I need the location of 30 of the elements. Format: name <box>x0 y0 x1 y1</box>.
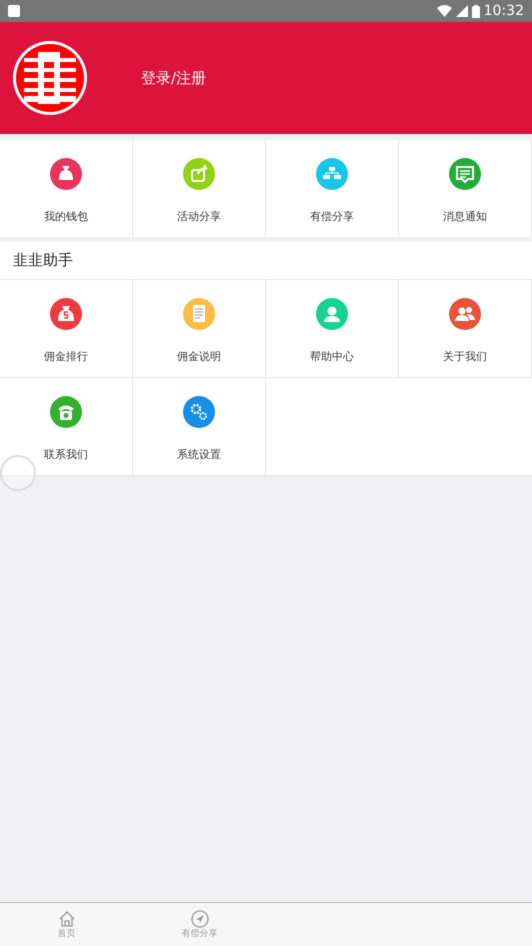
menu-label: 佣金排行 <box>44 349 88 365</box>
battery-icon <box>472 4 480 18</box>
floating-button[interactable] <box>0 455 36 491</box>
menu-label: 关于我们 <box>443 349 487 365</box>
menu-label: 有偿分享 <box>310 209 354 225</box>
menu-item[interactable]: 系统设置 <box>133 378 266 475</box>
menu-label: 帮助中心 <box>310 349 354 365</box>
menu-item[interactable]: 帮助中心 <box>266 280 399 377</box>
menu-item[interactable]: 消息通知 <box>399 140 532 237</box>
menu-label: 消息通知 <box>443 209 487 225</box>
login-link[interactable]: 登录/注册 <box>141 66 206 90</box>
menu-item[interactable]: 活动分享 <box>133 140 266 237</box>
menu-label: 我的钱包 <box>44 209 88 225</box>
menu-label: 联系我们 <box>44 447 88 463</box>
navigation-icon <box>190 910 208 928</box>
menu-label: 系统设置 <box>177 447 221 463</box>
clock: 10:32 <box>484 2 524 20</box>
home-icon <box>58 910 76 928</box>
menu-item[interactable]: 佣金排行 <box>0 280 133 377</box>
signal-icon <box>456 5 468 17</box>
menu-item[interactable]: 佣金说明 <box>133 280 266 377</box>
menu-item[interactable]: 联系我们 <box>0 378 133 475</box>
menu-label: 活动分享 <box>177 209 221 225</box>
menu-item[interactable]: 我的钱包 <box>0 140 133 237</box>
menu-item[interactable]: 有偿分享 <box>266 140 399 237</box>
section-title: 韭韭助手 <box>13 250 73 272</box>
menu-item[interactable]: 关于我们 <box>399 280 532 377</box>
wifi-icon <box>436 5 452 17</box>
menu-label: 佣金说明 <box>177 349 221 365</box>
app-notification-icon <box>8 5 20 17</box>
